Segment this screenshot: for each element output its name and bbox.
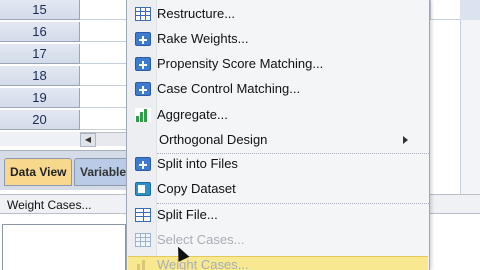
menu-item-split-file[interactable]: Split File... bbox=[127, 203, 429, 227]
aggregate-icon bbox=[135, 108, 151, 122]
menu-item-label: Case Control Matching... bbox=[157, 81, 301, 96]
grid-cell[interactable] bbox=[82, 110, 132, 130]
plus-icon bbox=[135, 32, 151, 46]
grid-cell[interactable] bbox=[82, 66, 132, 86]
menu-item-restructure[interactable]: Restructure... bbox=[127, 2, 429, 26]
menu-item-label: Propensity Score Matching... bbox=[157, 56, 324, 71]
row-header[interactable]: 17 bbox=[0, 44, 80, 64]
data-grid: 15 16 17 18 19 20 bbox=[0, 0, 132, 134]
table-row[interactable]: 15 bbox=[0, 0, 132, 20]
grid-cell[interactable] bbox=[82, 0, 132, 20]
row-header[interactable]: 18 bbox=[0, 66, 80, 86]
grid-corner bbox=[0, 132, 80, 146]
menu-item-copy-dataset[interactable]: Copy Dataset bbox=[127, 177, 429, 201]
horizontal-scrollbar[interactable]: ◀ bbox=[80, 132, 132, 147]
restructure-icon bbox=[135, 7, 151, 21]
split-file-icon bbox=[135, 208, 151, 222]
table-row[interactable]: 20 bbox=[0, 110, 132, 130]
menu-item-rake-weights[interactable]: Rake Weights... bbox=[127, 27, 429, 51]
table-row[interactable]: 17 bbox=[0, 44, 132, 64]
menu-item-split-into-files[interactable]: Split into Files bbox=[127, 152, 429, 176]
table-row[interactable]: 19 bbox=[0, 88, 132, 108]
row-header[interactable]: 20 bbox=[0, 110, 80, 130]
menu-item-label: Select Cases... bbox=[157, 232, 245, 247]
status-text: Weight Cases... bbox=[7, 198, 92, 212]
column-header bbox=[460, 0, 480, 20]
select-cases-icon bbox=[135, 233, 151, 247]
plus-icon bbox=[135, 157, 151, 171]
row-header[interactable]: 16 bbox=[0, 22, 80, 42]
menu-item-label: Weight Cases... bbox=[157, 257, 249, 270]
menu-item-propensity-score-matching[interactable]: Propensity Score Matching... bbox=[127, 52, 429, 76]
plus-icon bbox=[135, 82, 151, 96]
tab-data-view[interactable]: Data View bbox=[4, 158, 72, 186]
menu-item-label: Split into Files bbox=[157, 156, 238, 171]
data-menu-dropdown: Restructure... Rake Weights... Propensit… bbox=[126, 0, 430, 270]
output-pane bbox=[2, 224, 126, 270]
menu-item-label: Split File... bbox=[157, 207, 218, 222]
menu-item-label: Restructure... bbox=[157, 6, 236, 21]
table-row[interactable]: 18 bbox=[0, 66, 132, 86]
menu-item-label: Aggregate... bbox=[157, 107, 228, 122]
menu-item-weight-cases[interactable]: Weight Cases... bbox=[127, 253, 429, 270]
view-tabs: Data View Variable V bbox=[0, 150, 144, 190]
table-row[interactable]: 16 bbox=[0, 22, 132, 42]
menu-item-case-control-matching[interactable]: Case Control Matching... bbox=[127, 77, 429, 101]
plus-icon bbox=[135, 57, 151, 71]
menu-item-label: Rake Weights... bbox=[157, 31, 249, 46]
grid-cell[interactable] bbox=[82, 44, 132, 64]
scroll-left-icon[interactable]: ◀ bbox=[80, 133, 96, 147]
menu-item-aggregate[interactable]: Aggregate... bbox=[127, 103, 429, 127]
weight-cases-icon bbox=[135, 258, 151, 270]
row-header[interactable]: 19 bbox=[0, 88, 80, 108]
menu-item-label: Orthogonal Design bbox=[159, 132, 268, 147]
copy-dataset-icon bbox=[135, 182, 151, 196]
menu-item-label: Copy Dataset bbox=[157, 181, 236, 196]
vertical-scrollbar[interactable] bbox=[460, 0, 480, 194]
grid-cell[interactable] bbox=[82, 88, 132, 108]
submenu-arrow-icon bbox=[403, 136, 408, 144]
row-header[interactable]: 15 bbox=[0, 0, 80, 20]
menu-item-orthogonal-design[interactable]: Orthogonal Design bbox=[127, 128, 429, 152]
grid-cell[interactable] bbox=[82, 22, 132, 42]
